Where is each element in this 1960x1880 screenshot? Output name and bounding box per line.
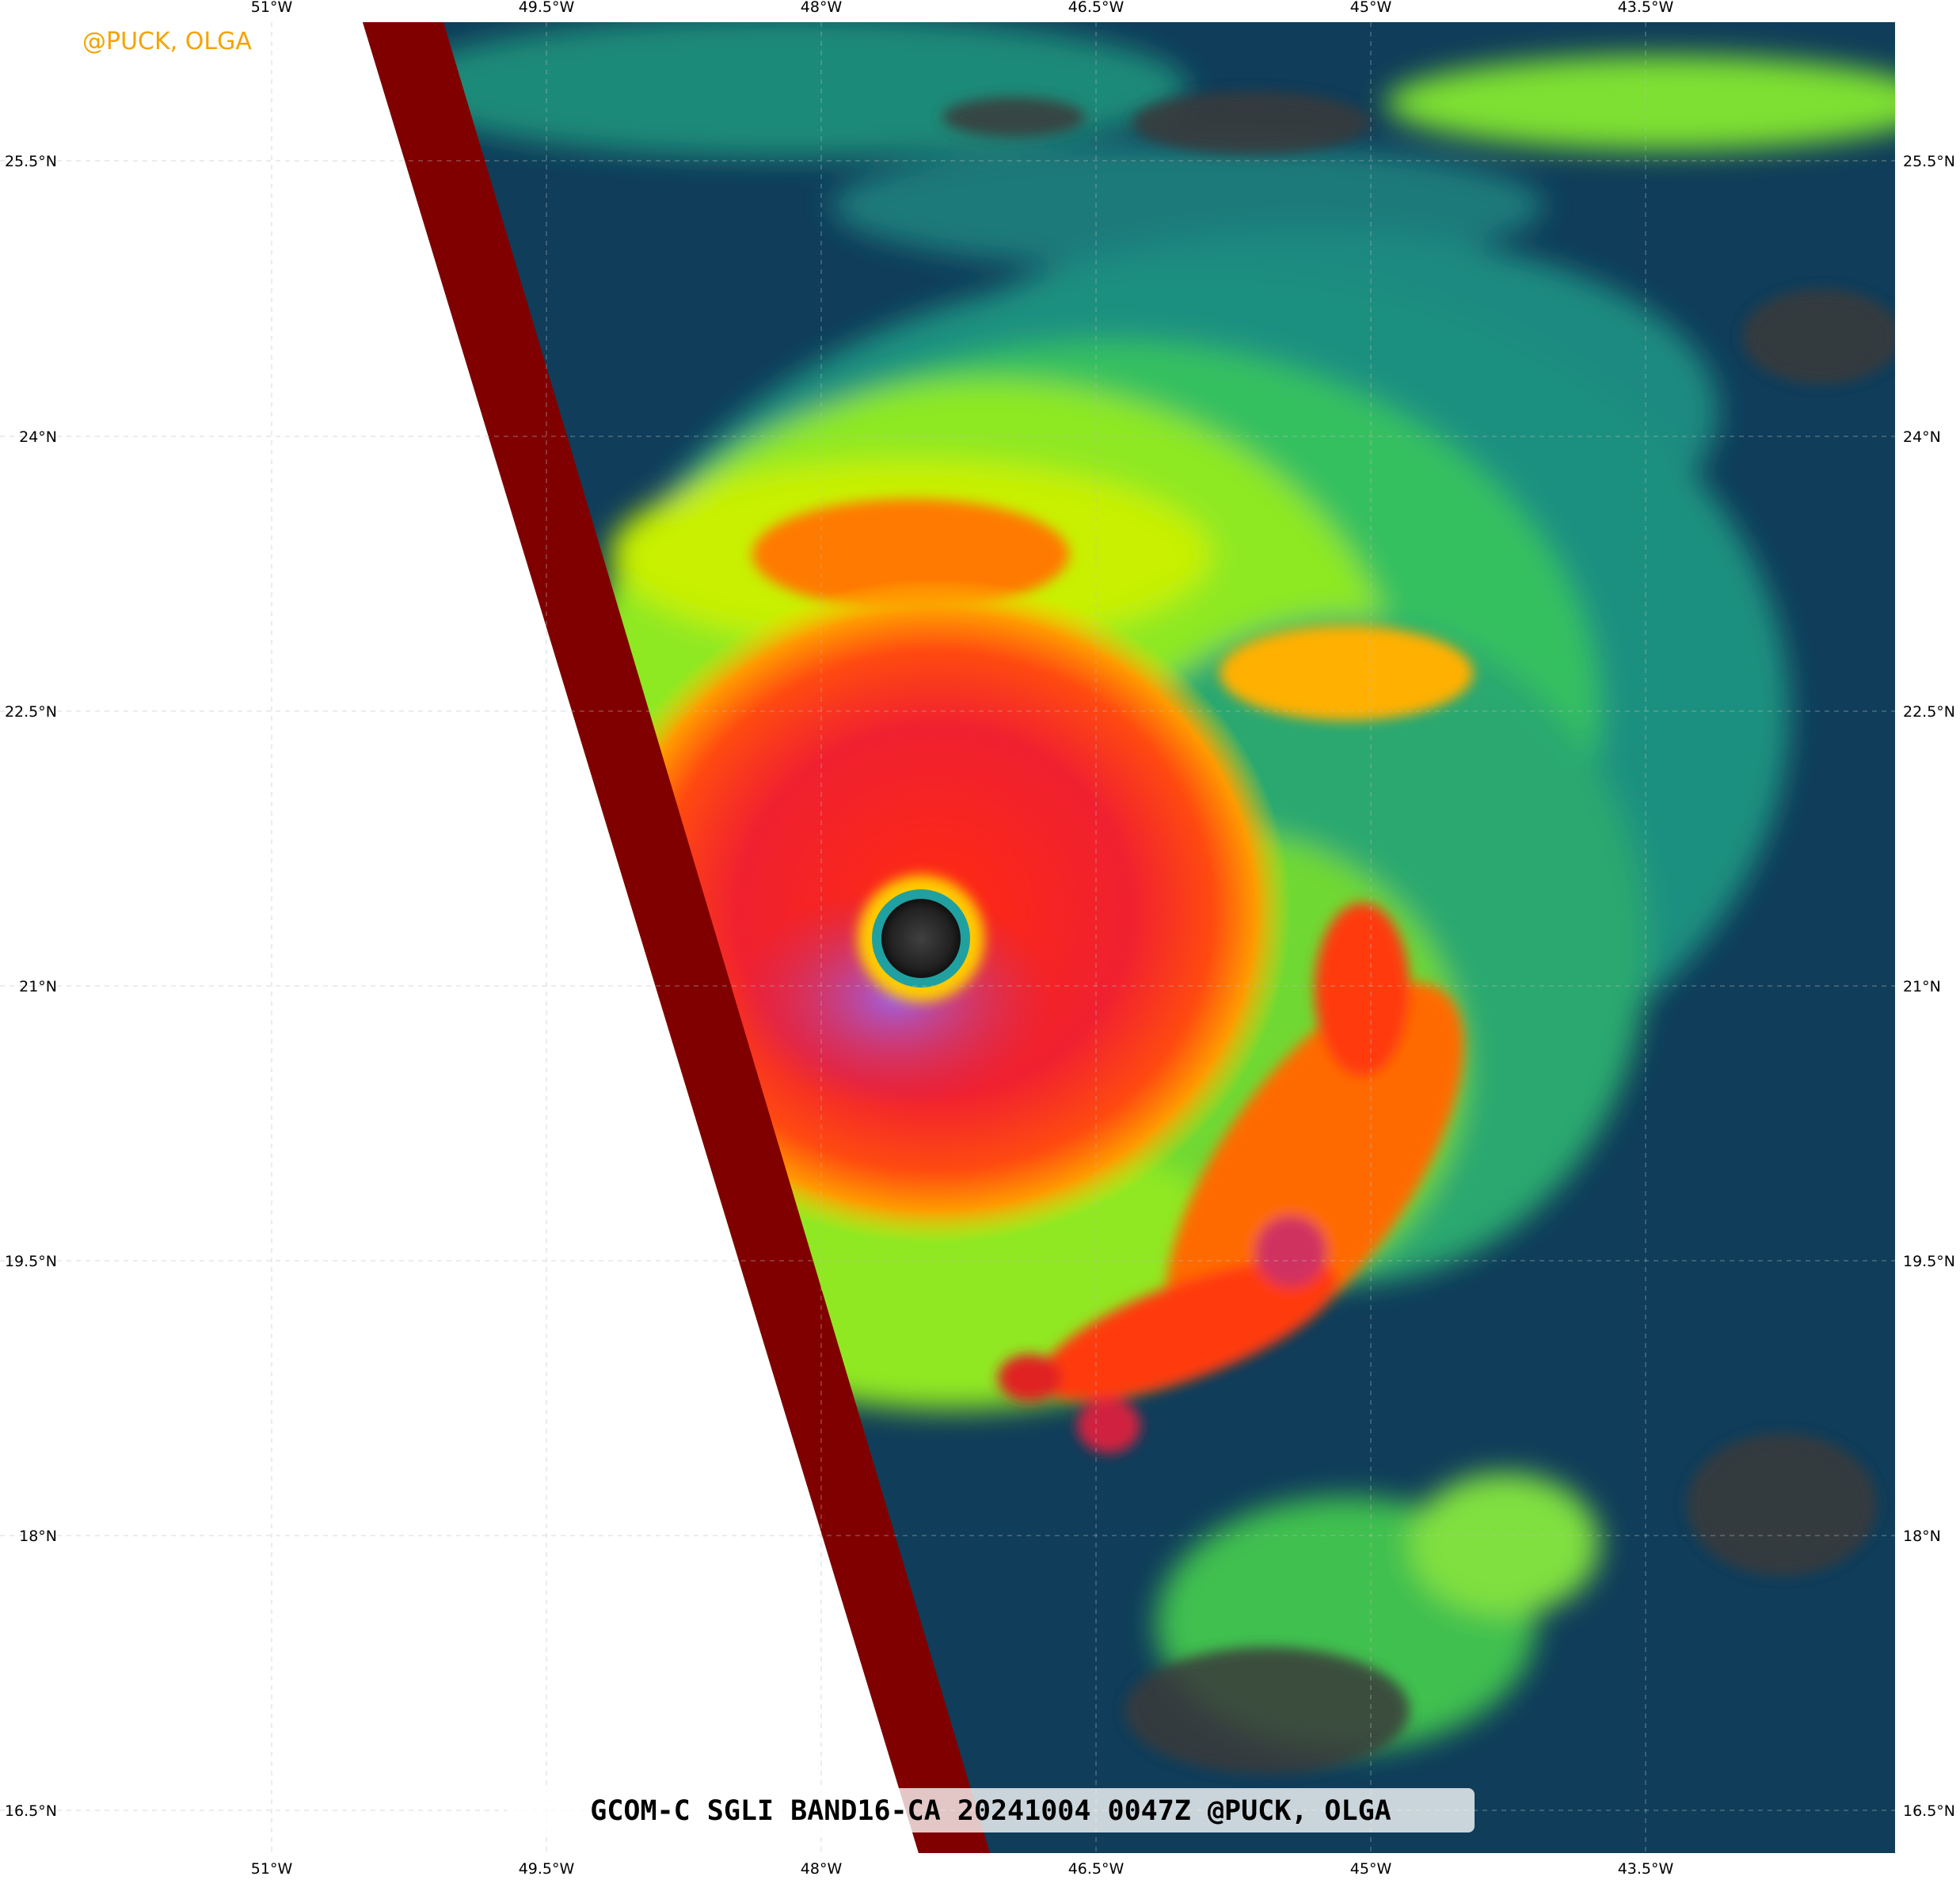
lat-label: 24°N [1903,428,1941,446]
lon-label: 45°W [1350,1860,1392,1877]
lon-label: 48°W [801,0,843,16]
watermark-text: @PUCK, OLGA [82,28,252,55]
lat-label: 16.5°N [1903,1802,1955,1820]
lat-label: 25.5°N [1903,153,1955,170]
lon-label: 46.5°W [1068,1860,1125,1877]
lat-label: 16.5°N [5,1802,57,1820]
lat-label: 21°N [19,978,57,995]
lat-label: 22.5°N [1903,703,1955,721]
lat-label: 19.5°N [5,1253,57,1270]
longitude-labels-bottom: 51°W 49.5°W 48°W 46.5°W 45°W 43.5°W [251,1860,1674,1878]
satellite-image-figure: 51°W 49.5°W 48°W 46.5°W 45°W 43.5°W 51°W… [0,0,1960,1878]
caption-box: GCOM-C SGLI BAND16-CA 20241004 0047Z @PU… [507,1788,1475,1832]
lat-label: 24°N [19,428,57,446]
latitude-labels-right: 25.5°N 24°N 22.5°N 21°N 19.5°N 18°N 16.5… [1903,153,1955,1820]
lat-label: 25.5°N [5,153,57,170]
lat-label: 22.5°N [5,703,57,721]
lon-label: 46.5°W [1068,0,1125,16]
lat-label: 19.5°N [1903,1253,1955,1270]
lon-label: 51°W [251,0,293,16]
lon-label: 43.5°W [1618,0,1674,16]
longitude-labels-top: 51°W 49.5°W 48°W 46.5°W 45°W 43.5°W [251,0,1674,16]
lon-label: 45°W [1350,0,1392,16]
lon-label: 49.5°W [519,0,575,16]
lat-label: 21°N [1903,978,1941,995]
lon-label: 49.5°W [519,1860,575,1877]
lon-label: 51°W [251,1860,293,1877]
satellite-imagery [363,22,1895,1853]
caption-text: GCOM-C SGLI BAND16-CA 20241004 0047Z @PU… [590,1795,1391,1827]
lon-label: 43.5°W [1618,1860,1674,1877]
lon-label: 48°W [801,1860,843,1877]
lat-label: 18°N [19,1528,57,1545]
lat-label: 18°N [1903,1528,1941,1545]
